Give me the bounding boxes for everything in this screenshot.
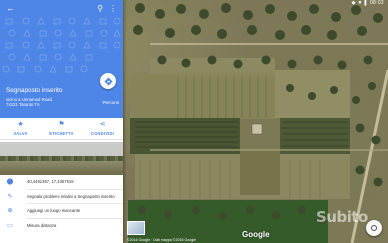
back-arrow-icon[interactable]: ←	[6, 3, 15, 13]
share-button[interactable]: ⋖ CONDIVIDI	[86, 121, 120, 139]
address-line-2: 74121 Taranto TA	[6, 102, 40, 108]
street-view-preview[interactable]	[0, 142, 123, 175]
subito-watermark: Subito	[316, 208, 368, 226]
flag-icon: ⚑	[58, 121, 65, 128]
place-title: Segnaposto inserito	[6, 87, 63, 94]
map-copyright: ©2016 Google · Dati mappa ©2016 Google	[127, 238, 197, 242]
edit-icon: ✎	[7, 193, 13, 200]
route-label[interactable]: Percorsi	[102, 100, 119, 105]
panel-toolbar: ← ⚲ ⋮	[0, 0, 123, 16]
share-label: CONDIVIDI	[91, 131, 114, 136]
ruler-icon: ▭	[7, 222, 13, 229]
coordinates-row[interactable]: ⬤ 40,4491367, 17,4307618	[0, 175, 123, 189]
measure-distance-row[interactable]: ▭ Misura distanza	[0, 219, 123, 233]
add-place-text: Aggiungi un luogo mancante	[27, 208, 81, 214]
more-vert-icon[interactable]: ⋮	[109, 4, 117, 13]
location-pin-icon: ⬤	[6, 179, 14, 186]
share-icon: ⋖	[99, 121, 106, 128]
search-icon[interactable]: ⚲	[97, 4, 103, 13]
label-button[interactable]: ⚑ ETICHETTA	[45, 121, 79, 139]
save-label: SALVA	[13, 131, 28, 136]
directions-icon	[103, 76, 113, 86]
report-problem-row[interactable]: ✎ Segnala problemi relativi a Segnaposto…	[0, 190, 123, 204]
measure-distance-text: Misura distanza	[27, 222, 57, 228]
add-place-icon: ⊕	[7, 208, 13, 215]
report-problem-text: Segnala problemi relativi a Segnaposto i…	[27, 193, 115, 199]
directions-button[interactable]	[100, 73, 116, 89]
action-bar: ★ SALVA ⚑ ETICHETTA ⋖ CONDIVIDI	[0, 118, 123, 140]
place-panel: ← ⚲ ⋮ Segnaposto inserito vicino a Unnam…	[0, 0, 123, 243]
street-view-treeline	[0, 156, 123, 161]
google-logo: Google	[242, 230, 270, 239]
map-thumbnail[interactable]	[127, 221, 145, 235]
panel-header: ← ⚲ ⋮	[0, 0, 123, 80]
status-icons: ◆ ▼ ▌ 08:02	[351, 0, 384, 6]
label-label: ETICHETTA	[49, 131, 74, 136]
add-place-row[interactable]: ⊕ Aggiungi un luogo mancante	[0, 204, 123, 218]
star-icon: ★	[17, 121, 24, 128]
save-button[interactable]: ★ SALVA	[4, 121, 38, 139]
location-target-icon	[371, 225, 377, 231]
place-pattern-background	[2, 17, 121, 73]
coordinates-text: 40,4491367, 17,4307618	[27, 179, 74, 185]
my-location-button[interactable]	[366, 220, 382, 236]
